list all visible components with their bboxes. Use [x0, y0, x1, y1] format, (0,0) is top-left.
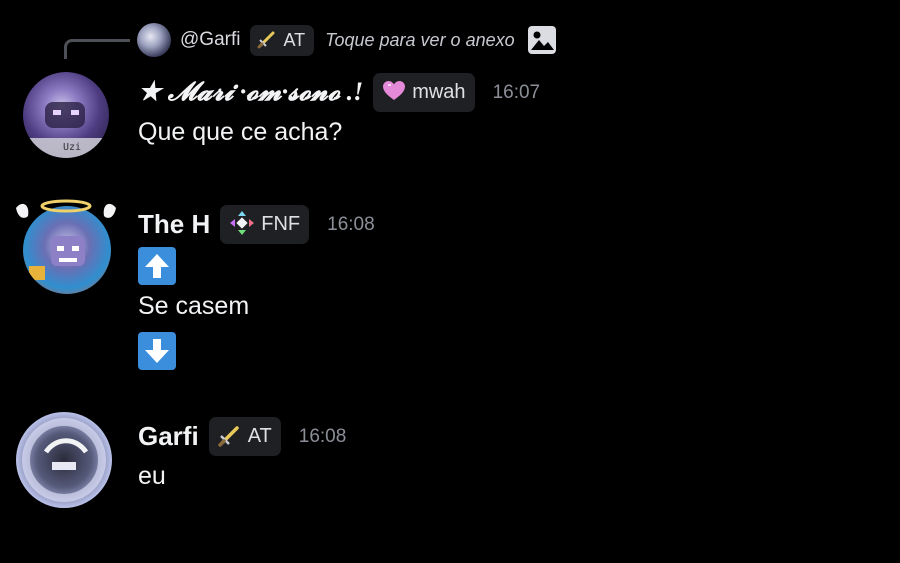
message-header: Garfi AT 16:08	[138, 417, 346, 456]
sword-icon	[217, 423, 242, 451]
tag-label: FNF	[261, 213, 301, 235]
avatar-art	[22, 418, 106, 502]
username[interactable]: Garfi	[138, 421, 199, 452]
username[interactable]: ★ 𝓜𝓪𝓻𝓲 ·𝓸𝓶·𝓼𝓸𝓷𝓸 .!	[138, 77, 363, 108]
reply-tag-label: AT	[283, 29, 306, 50]
halo-icon	[16, 199, 116, 218]
tag-label: mwah	[412, 81, 466, 103]
avatar-label: Uzi	[63, 142, 82, 153]
tag-label: AT	[247, 425, 272, 447]
arrow-down-icon	[138, 332, 176, 370]
message-text: Se casem	[138, 292, 250, 320]
avatar[interactable]	[16, 412, 112, 508]
sword-icon	[257, 29, 277, 52]
message-header: ★ 𝓜𝓪𝓻𝓲 ·𝓸𝓶·𝓼𝓸𝓷𝓸 .! mwah 16:07	[138, 73, 540, 112]
timestamp: 16:07	[492, 81, 541, 103]
message-text: eu	[138, 462, 166, 490]
reply-preview[interactable]: @Garfi AT Toque para ver o anexo	[137, 22, 557, 58]
pink-heart-icon	[382, 80, 406, 106]
timestamp: 16:08	[327, 213, 375, 235]
server-tag[interactable]: FNF	[220, 205, 310, 244]
avatar[interactable]: Uzi	[23, 72, 109, 158]
reply-connector	[64, 39, 130, 59]
reply-avatar[interactable]	[137, 23, 171, 57]
timestamp: 16:08	[298, 425, 347, 447]
reply-preview-text[interactable]: Toque para ver o anexo	[325, 30, 514, 51]
arrow-up-icon	[138, 247, 176, 285]
server-tag[interactable]: AT	[208, 417, 281, 456]
reply-username[interactable]: @Garfi	[180, 29, 240, 51]
message-header: The H FNF 16:08	[138, 205, 375, 244]
username[interactable]: The H	[138, 209, 210, 240]
server-tag[interactable]: mwah	[373, 73, 475, 112]
diamond-arrows-icon	[229, 210, 255, 240]
message-text: Que que ce acha?	[138, 118, 343, 146]
image-icon[interactable]	[527, 25, 557, 55]
reply-server-tag[interactable]: AT	[250, 24, 315, 56]
